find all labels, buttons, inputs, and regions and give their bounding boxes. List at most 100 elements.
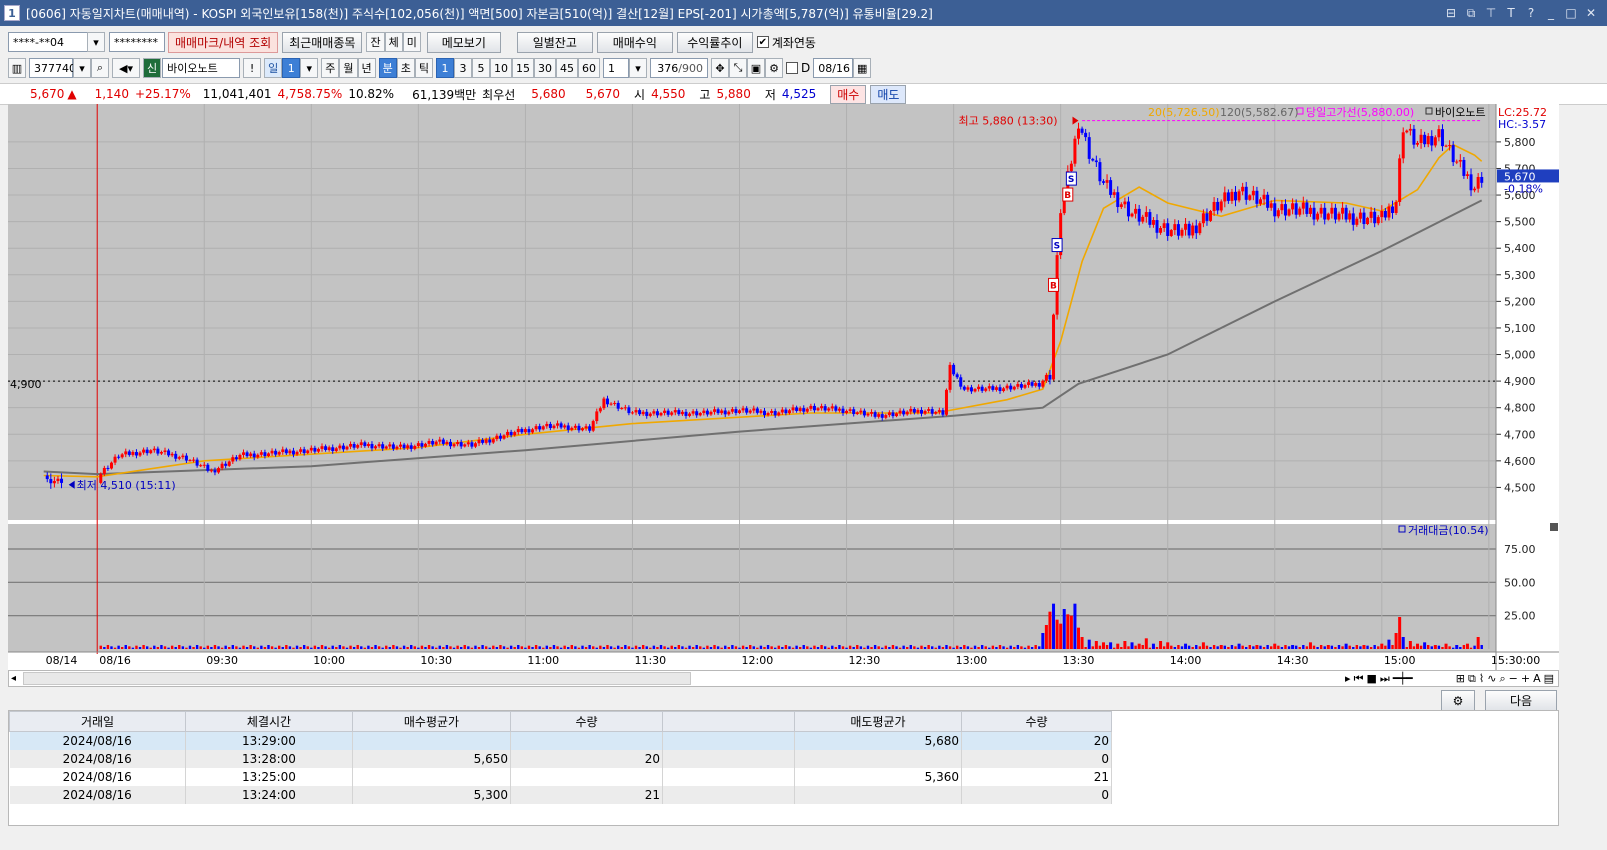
link-icon[interactable]: ⊟ [1443,6,1459,21]
split-icon[interactable]: ⧉ [1468,672,1476,686]
stock-code-field[interactable]: 377740 [29,58,76,78]
volume-bar [1255,645,1259,649]
calendar-icon[interactable]: ▦ [853,58,872,78]
buy-button[interactable]: 매수 [830,84,867,104]
forward-icon[interactable]: ⏭ [1380,672,1390,686]
stock-name-field[interactable]: 바이오노트 [162,58,241,78]
close-icon[interactable]: ✕ [1583,6,1599,21]
copy-icon[interactable]: ⧉ [1463,6,1479,21]
candle-body [891,412,895,417]
app-icon[interactable]: 1 [4,5,20,21]
plus-icon[interactable]: + [1521,672,1530,686]
account-select[interactable]: ****-**04 [8,32,88,52]
layout-icon[interactable]: ⊞ [1456,672,1465,686]
tab-day[interactable]: 일 [264,58,283,78]
next-button[interactable]: 다음 [1485,690,1557,711]
volume-bar [1212,645,1216,649]
chart-scrollbar[interactable]: ◂ ▸ ⏮ ■ ⏭ ━┿━ ⊞ ⧉ ⌇ ∿ ⌕ − + A ▤ [8,670,1559,687]
recent-trades-button[interactable]: 최근매매종목 [282,31,363,53]
sell-button[interactable]: 매도 [870,84,907,104]
profit-trend-button[interactable]: 수익률추이 [676,31,753,53]
minute-15[interactable]: 15 [512,58,534,78]
chart-type-icon[interactable]: ▥ [8,58,26,78]
volume-tick-label: 25.00 [1504,610,1536,623]
chart-panel[interactable]: 5,800 5,700 5,600 5,500 5,400 5,300 5,200 5,100… [8,104,1559,670]
tab-minute[interactable]: 분 [378,58,397,78]
trade-mark-button[interactable]: 매매마크/내역 조회 [168,31,279,53]
tab-che[interactable]: 체 [384,32,403,52]
count-field[interactable]: 376/900 [650,58,708,78]
tab-jan[interactable]: 잔 [366,32,385,52]
draw-icon[interactable]: ⤡ [729,58,747,78]
speaker-icon[interactable]: ◀▾ [112,58,140,78]
print-icon[interactable]: ▤ [1544,672,1554,686]
minute-60[interactable]: 60 [578,58,600,78]
font-icon[interactable]: A [1533,672,1541,686]
stop-icon[interactable]: ■ [1366,672,1376,686]
password-field[interactable]: ******** [109,32,165,52]
minute-30[interactable]: 30 [534,58,556,78]
table-row[interactable]: 2024/08/16 13:25:00 5,360 21 [9,767,1112,786]
slider-icon[interactable]: ━┿━ [1393,672,1453,686]
candle-body [234,457,238,460]
volume-bar [374,645,377,649]
col-sell-avg[interactable]: 매도평균가 [794,711,962,732]
tab-day-count[interactable]: 1 [282,58,301,78]
date-field[interactable]: 08/16 [813,58,854,78]
tab-second[interactable]: 초 [396,58,415,78]
daily-balance-button[interactable]: 일별잔고 [516,31,593,53]
table-row[interactable]: 2024/08/16 13:28:00 5,650 20 0 [9,749,1112,768]
col-trade-date[interactable]: 거래일 [9,711,186,732]
help-icon[interactable]: ? [1523,6,1539,21]
chevron-down-icon[interactable]: ▾ [73,58,91,78]
crosshair-icon[interactable]: ✥ [711,58,729,78]
multiplier-field[interactable]: 1 [603,58,629,78]
minute-5[interactable]: 5 [472,58,490,78]
trade-profit-button[interactable]: 매매수익 [596,31,673,53]
col-exec-time[interactable]: 체결시간 [185,711,353,732]
play-icon[interactable]: ▸ [1345,672,1351,686]
minute-1[interactable]: 1 [436,58,454,78]
candle-body [645,411,649,416]
alert-icon[interactable]: ! [243,58,262,78]
scroll-thumb[interactable] [23,672,691,685]
tab-tick[interactable]: 틱 [414,58,433,78]
search-icon[interactable]: ⌕ [91,58,109,78]
pin-icon[interactable]: ⊤ [1483,6,1499,21]
scroll-left-icon[interactable]: ◂ [11,673,16,684]
tab-mi[interactable]: 미 [402,32,421,52]
candle-body [1355,218,1359,225]
save-icon[interactable]: ▣ [747,58,765,78]
volume-bar [1177,645,1180,649]
gear-icon[interactable]: ⚙ [765,58,783,78]
table-row[interactable]: 2024/08/16 13:29:00 5,680 20 [9,731,1112,750]
tab-year[interactable]: 년 [357,58,376,78]
minus-icon[interactable]: − [1509,672,1518,686]
minimize-icon[interactable]: _ [1543,6,1559,21]
rewind-icon[interactable]: ⏮ [1354,672,1364,686]
col-buy-avg[interactable]: 매수평균가 [352,711,511,732]
line-icon[interactable]: ∿ [1487,672,1496,686]
col-buy-qty[interactable]: 수량 [510,711,663,732]
table-row[interactable]: 2024/08/16 13:24:00 5,300 21 0 [9,785,1112,804]
tab-month[interactable]: 월 [339,58,358,78]
maximize-icon[interactable]: □ [1563,6,1579,21]
chevron-down-icon[interactable]: ▾ [629,58,647,78]
minute-10[interactable]: 10 [490,58,512,78]
zoom-icon[interactable]: ⌕ [1499,672,1505,686]
price-volume-chart[interactable]: 5,8005,7005,6005,5005,4005,3005,2005,100… [8,104,1559,670]
memo-button[interactable]: 메모보기 [426,31,501,53]
text-icon[interactable]: T [1503,6,1519,21]
chevron-down-icon[interactable]: ▾ [300,58,319,78]
volume-bar [1341,646,1344,649]
minute-3[interactable]: 3 [454,58,472,78]
candle-body [880,414,884,418]
minute-45[interactable]: 45 [556,58,578,78]
tab-week[interactable]: 주 [321,58,340,78]
indicator-icon[interactable]: ⌇ [1479,672,1484,686]
account-link-checkbox[interactable]: ✔ [756,36,769,48]
settings-icon[interactable]: ⚙ [1441,690,1475,711]
chevron-down-icon[interactable]: ▾ [87,32,105,52]
d-checkbox[interactable] [786,62,798,74]
col-sell-qty[interactable]: 수량 [961,711,1112,732]
